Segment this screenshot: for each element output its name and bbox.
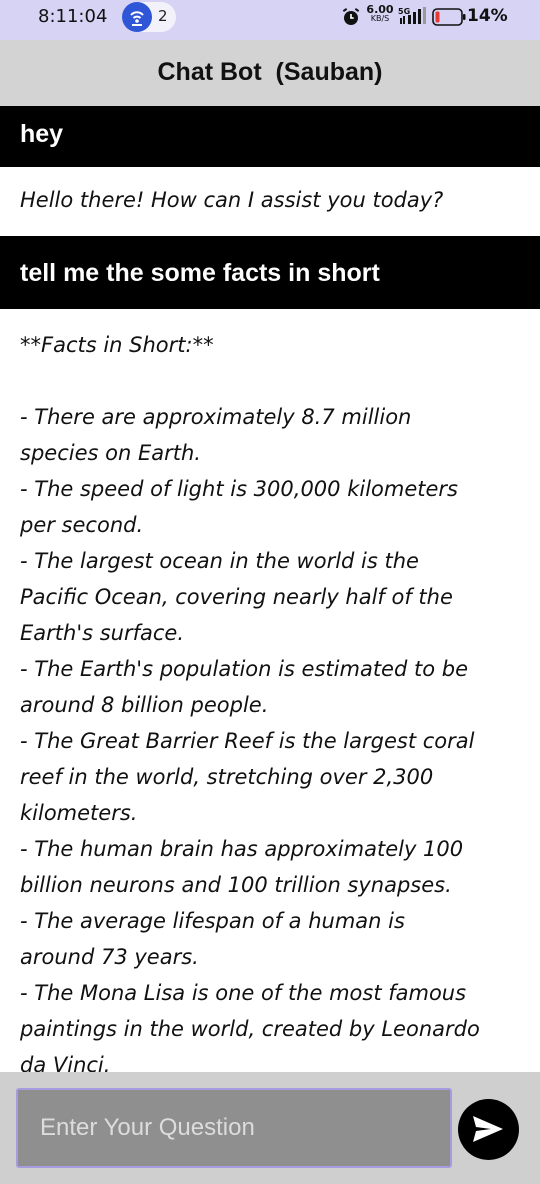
network-speed: 6.00 KB/S: [364, 3, 396, 23]
svg-text:5G: 5G: [398, 7, 410, 16]
question-input[interactable]: [16, 1088, 452, 1168]
bot-message-line: - The speed of light is 300,000 kilomete…: [20, 477, 458, 501]
alarm-icon: [342, 7, 360, 31]
status-time: 8:11:04: [38, 6, 108, 27]
bot-message-line: around 8 billion people.: [20, 693, 269, 717]
page-title: Chat Bot (Sauban): [157, 58, 383, 86]
bot-message-line: - The largest ocean in the world is the: [20, 549, 419, 573]
bot-message-line: **Facts in Short:**: [20, 333, 214, 357]
bot-message-line: Pacific Ocean, covering nearly half of t…: [20, 585, 453, 609]
bot-message-line: - The Great Barrier Reef is the largest …: [20, 729, 475, 753]
status-bar: 8:11:04 2 6.00 KB/S 5G 14%: [0, 0, 540, 40]
bot-message-line: - There are approximately 8.7 million: [20, 405, 412, 429]
bot-message-line: Hello there! How can I assist you today?: [20, 188, 444, 212]
bot-message-line: reef in the world, stretching over 2,300: [20, 765, 434, 789]
user-message-text: tell me the some facts in short: [20, 259, 380, 287]
bot-message-line: - The average lifespan of a human is: [20, 909, 405, 933]
send-button[interactable]: [458, 1099, 519, 1160]
bot-message: Hello there! How can I assist you today?: [0, 167, 540, 236]
bot-message-line: Earth's surface.: [20, 621, 184, 645]
input-bar: [0, 1072, 540, 1184]
hotspot-count: 2: [158, 7, 168, 25]
bot-message-line: kilometers.: [20, 801, 138, 825]
hotspot-badge: 2: [122, 2, 176, 32]
speed-value: 6.00: [366, 3, 394, 16]
battery-percent: 14%: [467, 6, 508, 26]
bot-message: **Facts in Short:** - There are approxim…: [0, 309, 540, 1072]
bot-message-line: - The Mona Lisa is one of the most famou…: [20, 981, 467, 1005]
signal-icon: 5G: [398, 6, 428, 32]
hotspot-icon: [122, 2, 152, 32]
user-message: tell me the some facts in short: [0, 236, 540, 309]
bot-message-line: - The Earth's population is estimated to…: [20, 657, 468, 681]
battery-icon: [432, 8, 466, 30]
chat-list[interactable]: hey Hello there! How can I assist you to…: [0, 106, 540, 1072]
bot-message-line: - The human brain has approximately 100: [20, 837, 464, 861]
user-message-text: hey: [20, 120, 64, 148]
bot-message-line: paintings in the world, created by Leona…: [20, 1017, 480, 1041]
user-message: hey: [0, 106, 540, 167]
bot-message-line: around 73 years.: [20, 945, 199, 969]
bot-message-line: per second.: [20, 513, 144, 537]
bot-message-line: species on Earth.: [20, 441, 201, 465]
bot-message-line: [20, 363, 520, 399]
bot-message-line: da Vinci.: [20, 1053, 111, 1072]
app-header: Chat Bot (Sauban): [0, 40, 540, 106]
send-icon: [473, 1116, 503, 1142]
bot-message-line: billion neurons and 100 trillion synapse…: [20, 873, 452, 897]
